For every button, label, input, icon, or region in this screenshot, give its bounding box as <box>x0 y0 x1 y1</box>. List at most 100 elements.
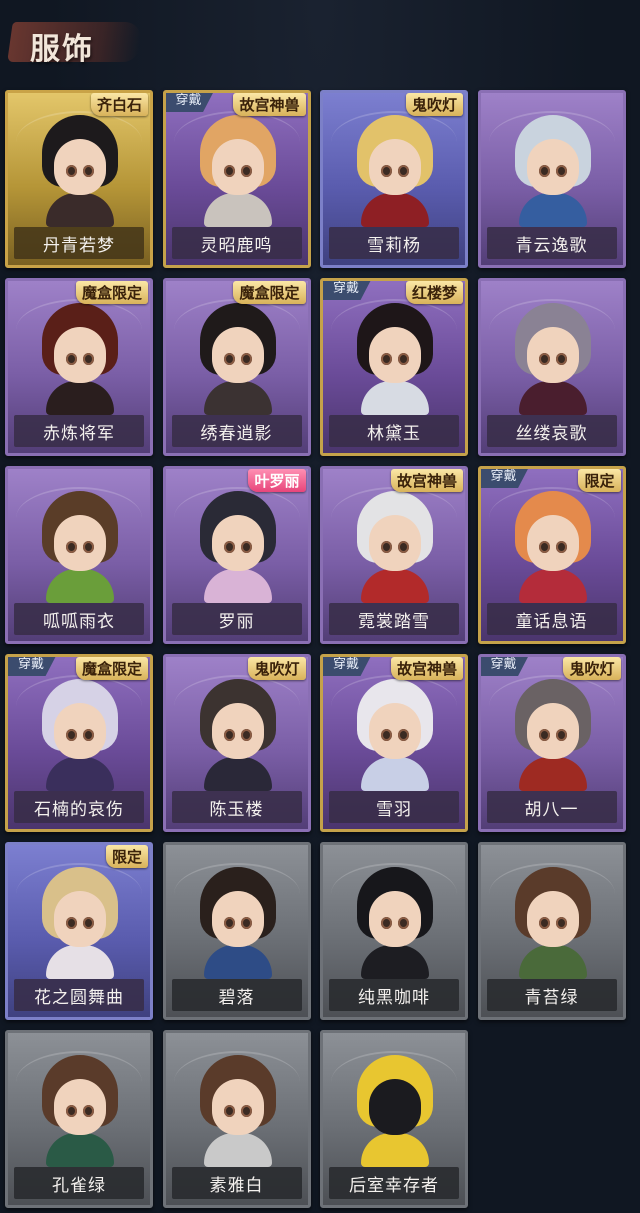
portrait-outfit <box>203 569 272 603</box>
portrait-eye <box>240 917 252 929</box>
portrait-eye <box>83 729 94 741</box>
collab-tag: 鬼吹灯 <box>248 657 306 680</box>
card-name-bar: 青苔绿 <box>486 979 617 1011</box>
costume-card[interactable]: 青云逸歌 <box>477 90 626 268</box>
costume-name: 花之圆舞曲 <box>34 987 124 1008</box>
costume-name: 孔雀绿 <box>52 1175 106 1196</box>
portrait-eye <box>83 165 94 177</box>
character-portrait <box>190 491 286 603</box>
portrait-face <box>54 515 106 571</box>
costume-name: 霓裳踏雪 <box>358 611 430 632</box>
costume-card[interactable]: 穿戴 限定 童话息语 <box>477 466 626 644</box>
card-name-bar: 碧落 <box>171 979 302 1011</box>
portrait-eye <box>240 1105 252 1117</box>
wearing-badge: 穿戴 <box>323 657 372 676</box>
portrait-face <box>211 703 264 759</box>
portrait-eye <box>555 165 567 177</box>
costume-name: 碧落 <box>218 987 255 1008</box>
portrait-face <box>211 139 264 195</box>
costume-name: 后室幸存者 <box>349 1175 439 1196</box>
character-portrait <box>32 491 128 603</box>
card-name-bar: 霓裳踏雪 <box>329 603 459 635</box>
collab-tag: 魔盒限定 <box>233 281 306 304</box>
costume-card[interactable]: 素雅白 <box>162 1030 311 1208</box>
costume-card[interactable]: 孔雀绿 <box>5 1030 153 1208</box>
costume-card[interactable]: 限定 花之圆舞曲 <box>5 842 153 1020</box>
costume-name: 陈玉楼 <box>209 799 264 820</box>
portrait-face <box>54 891 106 947</box>
portrait-eye <box>538 917 550 929</box>
card-name-bar: 呱呱雨衣 <box>14 603 144 635</box>
costume-card[interactable]: 魔盒限定 赤炼将军 <box>5 278 153 456</box>
portrait-outfit <box>203 757 272 791</box>
costume-card[interactable]: 纯黑咖啡 <box>320 842 468 1020</box>
card-name-bar: 后室幸存者 <box>329 1167 459 1199</box>
costume-card[interactable]: 齐白石 丹青若梦 <box>5 90 153 268</box>
portrait-outfit <box>361 569 429 603</box>
portrait-eye <box>66 729 77 741</box>
portrait-outfit <box>203 381 272 415</box>
character-portrait <box>347 491 443 603</box>
portrait-eye <box>66 917 77 929</box>
portrait-eye <box>555 729 567 741</box>
portrait-outfit <box>46 1133 114 1167</box>
portrait-eye <box>83 1105 94 1117</box>
character-portrait <box>505 303 601 415</box>
card-name-bar: 罗丽 <box>171 603 302 635</box>
portrait-face <box>526 515 579 571</box>
portrait-face <box>526 703 579 759</box>
portrait-eye <box>538 353 550 365</box>
portrait-eye <box>538 165 550 177</box>
costume-card[interactable]: 鬼吹灯 雪莉杨 <box>320 90 468 268</box>
character-portrait <box>32 679 128 791</box>
costume-card[interactable]: 呱呱雨衣 <box>5 466 153 644</box>
costume-card[interactable]: 魔盒限定 绣春逍影 <box>162 278 311 456</box>
costume-card[interactable]: 穿戴 魔盒限定 石楠的哀伤 <box>5 654 153 832</box>
costume-card[interactable]: 青苔绿 <box>477 842 626 1020</box>
costume-card[interactable]: 穿戴 故宫神兽雪羽 <box>320 654 468 832</box>
portrait-face <box>526 327 579 383</box>
portrait-outfit <box>46 757 114 791</box>
portrait-eye <box>240 165 252 177</box>
costume-name: 雪羽 <box>376 799 412 820</box>
costume-card[interactable]: 穿戴 鬼吹灯 胡八一 <box>477 654 626 832</box>
collab-tag: 齐白石 <box>90 93 148 116</box>
portrait-eye <box>398 165 409 177</box>
section-header: 服饰 <box>7 10 148 72</box>
costume-name: 青苔绿 <box>524 987 579 1008</box>
portrait-eye <box>398 729 409 741</box>
character-portrait <box>32 1055 128 1167</box>
costume-name: 呱呱雨衣 <box>43 611 115 632</box>
costume-card[interactable]: 故宫神兽霓裳踏雪 <box>320 466 468 644</box>
character-portrait <box>190 679 286 791</box>
portrait-eye <box>398 917 409 929</box>
portrait-eye <box>83 917 94 929</box>
costume-name: 胡八一 <box>524 799 579 820</box>
portrait-eye <box>538 729 550 741</box>
character-portrait <box>347 303 443 415</box>
portrait-eye <box>555 353 567 365</box>
card-name-bar: 赤炼将军 <box>14 415 144 447</box>
costume-card[interactable]: 叶罗丽罗丽 <box>162 466 311 644</box>
character-portrait <box>505 867 601 979</box>
collab-tag: 故宫神兽 <box>390 469 463 492</box>
portrait-eye <box>381 541 392 553</box>
collab-tag: 鬼吹灯 <box>563 657 621 680</box>
costume-card[interactable]: 丝缕哀歌 <box>477 278 626 456</box>
card-name-bar: 童话息语 <box>486 603 617 635</box>
card-name-bar: 素雅白 <box>171 1167 302 1199</box>
costume-card[interactable]: 鬼吹灯陈玉楼 <box>162 654 311 832</box>
portrait-face <box>211 327 264 383</box>
card-name-bar: 陈玉楼 <box>171 791 302 823</box>
costume-card[interactable]: 穿戴 红楼梦 林黛玉 <box>320 278 468 456</box>
costume-card[interactable]: 后室幸存者 <box>320 1030 468 1208</box>
costume-card[interactable]: 碧落 <box>162 842 311 1020</box>
portrait-eye <box>83 353 94 365</box>
portrait-eye <box>240 353 252 365</box>
collab-tag: 叶罗丽 <box>248 469 306 492</box>
costume-card[interactable]: 穿戴 故宫神兽 灵昭鹿鸣 <box>162 90 311 268</box>
portrait-eye <box>398 353 409 365</box>
collab-tag: 故宫神兽 <box>390 657 463 680</box>
portrait-outfit <box>203 193 272 227</box>
collab-tag: 魔盒限定 <box>75 657 148 680</box>
